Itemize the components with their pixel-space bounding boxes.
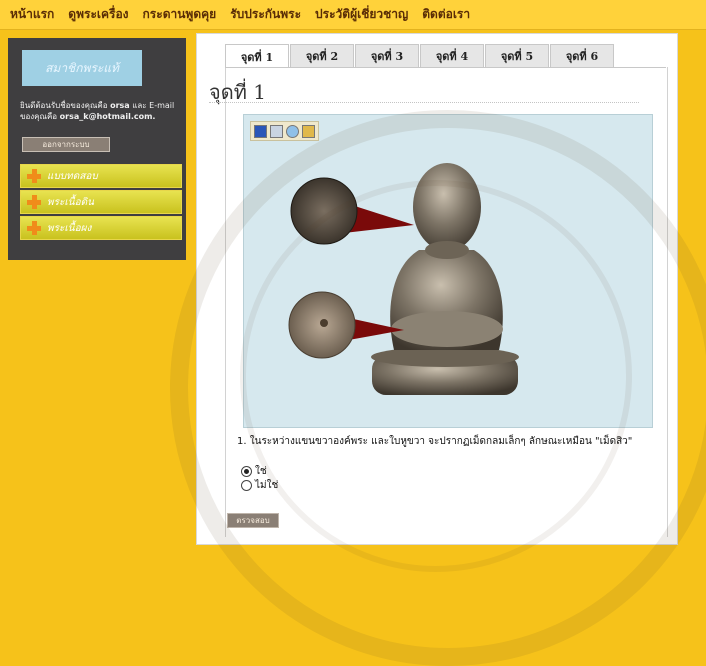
sidebar-item-label: พระเนื้อผง [47, 222, 92, 234]
refresh-icon[interactable] [286, 124, 299, 138]
amulet-image-area [243, 114, 653, 428]
tab-point-1[interactable]: จุดที่ 1 [225, 44, 289, 68]
tab-point-5[interactable]: จุดที่ 5 [485, 44, 549, 67]
user-email: orsa_k@hotmail.com. [59, 112, 156, 121]
sidebar-item-label: พระเนื้อดิน [47, 196, 94, 208]
radio-no[interactable] [241, 480, 252, 491]
question-text: 1. ในระหว่างแขนขวาองค์พระ และใบหูขวา จะป… [237, 436, 633, 447]
user-name: orsa [110, 101, 130, 110]
statue-neck [425, 241, 469, 259]
site-logo: สมาชิกพระแท้ [22, 50, 142, 86]
tab-bar: จุดที่ 1 จุดที่ 2 จุดที่ 3 จุดที่ 4 จุดท… [225, 44, 615, 68]
sidebar-item-label: แบบทดสอบ [47, 170, 98, 182]
image-toolbar [250, 121, 319, 141]
top-navigation: หน้าแรก ดูพระเครื่อง กระดานพูดคุย รับประ… [0, 0, 706, 30]
option-label: ไม่ใช่ [255, 480, 279, 491]
nav-certification[interactable]: รับประกันพระ [230, 5, 301, 24]
option-label: ใช่ [255, 466, 267, 477]
title-separator [209, 102, 639, 103]
save-icon[interactable] [254, 124, 267, 138]
sidebar: สมาชิกพระแท้ ยินดีต้อนรับชื่อของคุณคือ o… [8, 38, 186, 260]
plus-icon [25, 167, 43, 185]
radio-yes[interactable] [241, 466, 252, 477]
logout-button[interactable]: ออกจากระบบ [22, 137, 110, 152]
print-icon[interactable] [270, 124, 283, 138]
sidebar-item-powder-amulet[interactable]: พระเนื้อผง [20, 216, 182, 240]
option-yes[interactable]: ใช่ [241, 464, 267, 479]
pimple-dot [320, 319, 328, 327]
nav-view-amulets[interactable]: ดูพระเครื่อง [68, 5, 128, 24]
check-button[interactable]: ตรวจสอบ [227, 513, 279, 528]
amulet-illustration [288, 163, 519, 395]
sidebar-item-quiz[interactable]: แบบทดสอบ [20, 164, 182, 188]
main-content: จุดที่ 1 จุดที่ 2 จุดที่ 3 จุดที่ 4 จุดท… [196, 33, 678, 545]
tab-point-6[interactable]: จุดที่ 6 [550, 44, 614, 67]
tab-divider [225, 67, 666, 68]
nav-forum[interactable]: กระดานพูดคุย [143, 5, 217, 24]
nav-contact[interactable]: ติดต่อเรา [422, 5, 470, 24]
tab-point-4[interactable]: จุดที่ 4 [420, 44, 484, 67]
sidebar-item-clay-amulet[interactable]: พระเนื้อดิน [20, 190, 182, 214]
welcome-text: ยินดีต้อนรับชื่อของคุณคือ orsa และ E-mai… [20, 100, 184, 122]
statue-lap [391, 311, 503, 347]
welcome-prefix: ยินดีต้อนรับชื่อของคุณคือ [20, 101, 108, 110]
sidebar-menu: แบบทดสอบ พระเนื้อดิน พระเนื้อผง [20, 164, 182, 242]
plus-icon [25, 193, 43, 211]
plus-icon [25, 219, 43, 237]
zoom-circle-upper [290, 177, 358, 245]
option-no[interactable]: ไม่ใช่ [241, 478, 278, 493]
point-title: จุดที่ 1 [209, 80, 266, 104]
statue-head [413, 163, 481, 251]
email-icon[interactable] [302, 124, 315, 138]
nav-expert-history[interactable]: ประวัติผู้เชี่ยวชาญ [315, 5, 408, 24]
tab-point-2[interactable]: จุดที่ 2 [290, 44, 354, 67]
tab-point-3[interactable]: จุดที่ 3 [355, 44, 419, 67]
nav-home[interactable]: หน้าแรก [10, 5, 54, 24]
